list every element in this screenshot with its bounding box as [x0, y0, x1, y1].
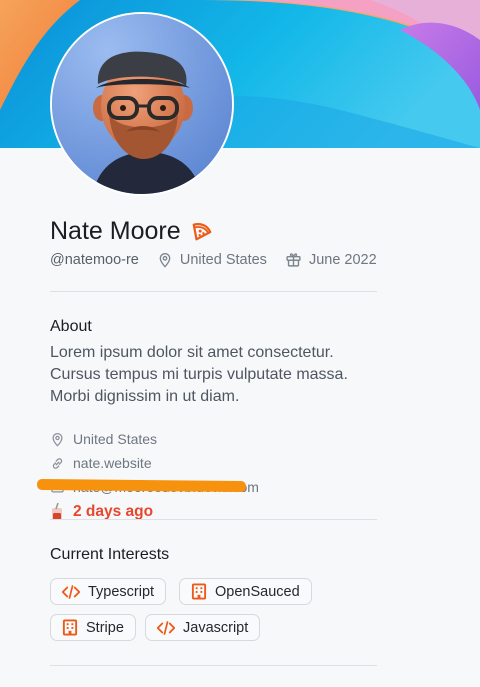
- location-pin-icon: [50, 432, 65, 447]
- interest-label: Javascript: [183, 619, 249, 636]
- profile-name-row: Nate Moore: [50, 217, 213, 246]
- building-icon: [62, 619, 78, 636]
- pizza-icon: [191, 221, 213, 243]
- about-location: United States: [50, 431, 157, 447]
- profile-location: United States: [157, 252, 267, 268]
- gift-icon: [285, 251, 302, 268]
- code-icon: [62, 584, 80, 599]
- about-website[interactable]: nate.website: [50, 455, 152, 471]
- profile-username: @natemoo-re: [50, 251, 139, 268]
- interest-label: Stripe: [86, 619, 124, 636]
- about-title: About: [50, 318, 92, 335]
- profile-meta-row: @natemoo-re United States June 2022: [50, 251, 377, 268]
- profile-name: Nate Moore: [50, 217, 181, 245]
- interest-chip-stripe[interactable]: Stripe: [50, 614, 136, 641]
- link-icon: [50, 456, 65, 471]
- about-bio: Lorem ipsum dolor sit amet consectetur. …: [50, 344, 348, 405]
- divider: [50, 665, 377, 666]
- avatar-illustration: [52, 14, 232, 194]
- redaction-marker: [36, 478, 247, 493]
- divider: [50, 519, 377, 520]
- avatar: [50, 12, 234, 196]
- profile-location-text: United States: [179, 251, 267, 268]
- profile-joined-text: June 2022: [308, 251, 377, 268]
- location-pin-icon: [157, 252, 173, 268]
- interest-chip-opensauced[interactable]: OpenSauced: [179, 578, 312, 605]
- interests-title: Current Interests: [50, 546, 170, 563]
- code-icon: [157, 620, 175, 635]
- about-website-link[interactable]: nate.website: [73, 455, 152, 471]
- building-icon: [191, 583, 207, 600]
- interest-label: OpenSauced: [215, 583, 300, 600]
- interest-label: Typescript: [88, 583, 155, 600]
- interest-chip-typescript[interactable]: Typescript: [50, 578, 167, 605]
- profile-joined: June 2022: [285, 251, 377, 268]
- interest-chip-javascript[interactable]: Javascript: [145, 614, 261, 641]
- divider: [50, 291, 377, 292]
- about-location-text: United States: [73, 431, 158, 447]
